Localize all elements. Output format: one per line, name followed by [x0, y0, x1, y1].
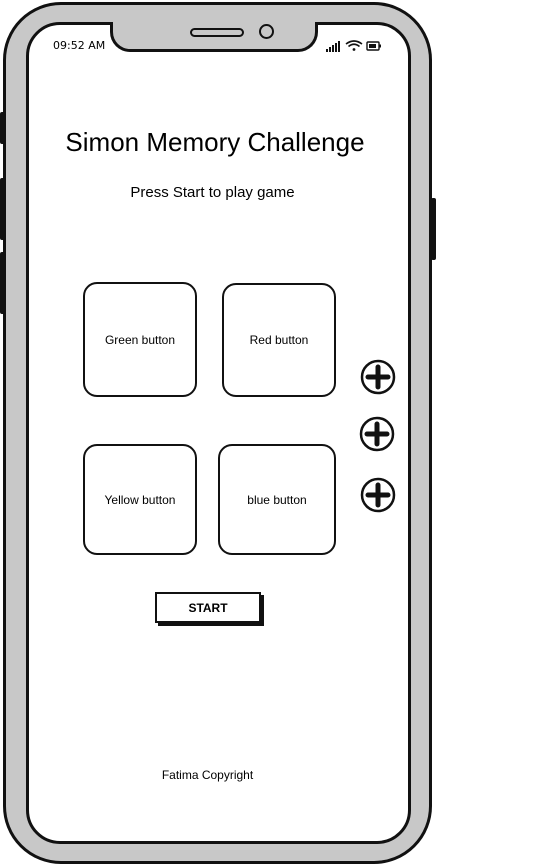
start-button[interactable]: START: [155, 592, 261, 623]
blue-button[interactable]: blue button: [218, 444, 336, 555]
green-button[interactable]: Green button: [83, 282, 197, 397]
notch: [110, 22, 318, 52]
start-button-label: START: [188, 600, 228, 615]
yellow-button-label: Yellow button: [104, 492, 176, 507]
add-button-1[interactable]: [360, 359, 396, 395]
plus-circle-icon: [359, 416, 395, 452]
green-button-label: Green button: [104, 332, 176, 347]
plus-circle-icon: [360, 359, 396, 395]
add-button-2[interactable]: [359, 416, 395, 452]
camera: [259, 24, 274, 39]
battery-icon: [366, 41, 381, 51]
wifi-icon: [345, 40, 363, 51]
blue-button-label: blue button: [247, 492, 307, 507]
speaker: [190, 28, 244, 37]
yellow-button[interactable]: Yellow button: [83, 444, 197, 555]
status-icons: [326, 38, 382, 52]
power-button: [431, 198, 436, 260]
signal-icon: [326, 41, 340, 52]
red-button[interactable]: Red button: [222, 283, 336, 397]
page-title: Simon Memory Challenge: [65, 127, 365, 157]
red-button-label: Red button: [249, 333, 309, 347]
add-button-3[interactable]: [360, 477, 396, 513]
plus-circle-icon: [360, 477, 396, 513]
volume-button-3: [0, 252, 5, 314]
footer-copyright: Fatima Copyright: [161, 768, 254, 782]
page-subtitle: Press Start to play game: [130, 184, 295, 201]
status-time: 09:52 AM: [53, 39, 106, 52]
